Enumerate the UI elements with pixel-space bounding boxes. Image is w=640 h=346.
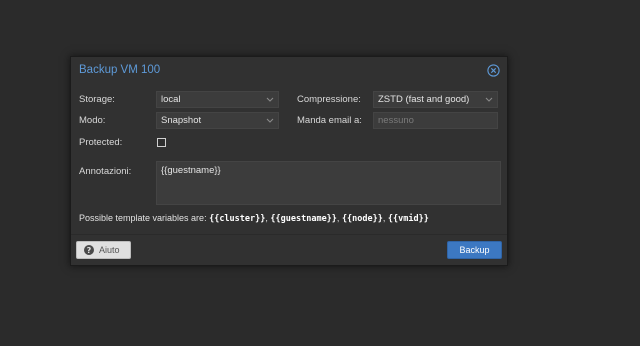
var-node: {{node}} (341, 214, 383, 224)
compression-label: Compressione: (297, 94, 361, 105)
backup-button[interactable]: Backup (447, 241, 502, 259)
hint-prefix: Possible template variables are: (79, 213, 210, 223)
var-cluster: {{cluster}} (209, 214, 266, 224)
protected-label: Protected: (79, 137, 123, 148)
notes-value: {{guestname}} (161, 165, 221, 176)
mode-label: Modo: (79, 115, 106, 126)
email-field[interactable]: nessuno (373, 112, 498, 129)
close-button[interactable] (487, 64, 500, 77)
question-circle-icon: ? (84, 245, 94, 255)
mode-value: Snapshot (161, 115, 202, 126)
help-label: Aiuto (99, 245, 120, 255)
backup-dialog: Backup VM 100 Storage: local Compression… (70, 56, 508, 266)
compression-select[interactable]: ZSTD (fast and good) (373, 91, 498, 108)
chevron-down-icon (266, 97, 274, 102)
compression-value: ZSTD (fast and good) (378, 94, 470, 105)
var-vmid: {{vmid}} (387, 214, 429, 224)
protected-checkbox[interactable] (157, 138, 166, 147)
var-guestname: {{guestname}} (270, 214, 337, 224)
notes-label: Annotazioni: (79, 166, 132, 177)
chevron-down-icon (266, 118, 274, 123)
close-icon (487, 64, 500, 77)
template-variables-hint: Possible template variables are: {{clust… (79, 213, 429, 224)
storage-select[interactable]: local (156, 91, 279, 108)
backup-label: Backup (459, 245, 490, 255)
dialog-header: Backup VM 100 (71, 57, 507, 85)
storage-value: local (161, 94, 181, 105)
storage-label: Storage: (79, 94, 115, 105)
help-button[interactable]: ? Aiuto (76, 241, 131, 259)
notes-textarea[interactable]: {{guestname}} (156, 161, 501, 205)
svg-text:?: ? (87, 246, 92, 255)
dialog-title: Backup VM 100 (79, 64, 161, 76)
dialog-footer: ? Aiuto Backup (71, 234, 507, 265)
email-label: Manda email a: (297, 115, 362, 126)
email-placeholder: nessuno (378, 115, 414, 126)
chevron-down-icon (485, 97, 493, 102)
mode-select[interactable]: Snapshot (156, 112, 279, 129)
